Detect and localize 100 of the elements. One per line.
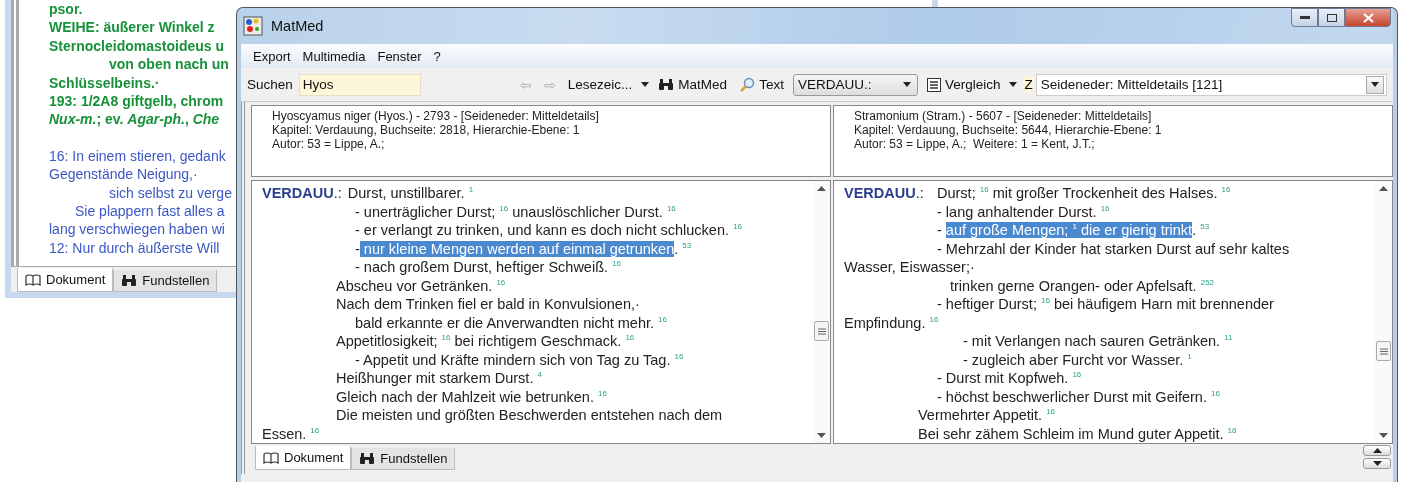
text-line: - er verlangt zu trinken, und kann es doch nicht schlucken. $^{16}$	[354, 221, 743, 240]
window-title: MatMed	[271, 18, 325, 34]
caret-icon	[1371, 82, 1379, 87]
text-line: Nach dem Trinken fiel er bald in Konvulsionen,·	[335, 295, 641, 314]
text-line: Sie plappern fast alles a	[74, 202, 226, 221]
close-icon	[1362, 12, 1374, 23]
text-line: 193: 1/2A8 giftgelb, chrom	[49, 92, 225, 111]
text-line: Sternocleidomastoideus u	[49, 36, 226, 56]
text-line: - Appetit und Kräfte mindern sich von Tag zu Tag. $^{16}$	[354, 350, 685, 369]
book-icon	[25, 273, 41, 286]
caret-icon	[902, 82, 911, 87]
matmed-button[interactable]: MatMed	[655, 75, 731, 94]
binoculars-icon	[359, 452, 376, 465]
grip-icon	[1379, 347, 1388, 355]
app-icon	[243, 16, 263, 36]
line-text: -	[355, 240, 360, 257]
binoculars-icon	[658, 78, 675, 91]
dropdown-caret-icon	[641, 82, 650, 87]
text-line: - nach großem Durst, heftiger Schweiß. $^{16}$	[354, 258, 622, 277]
line-text: . $^{53}$	[674, 240, 692, 257]
binoculars-icon	[121, 274, 138, 287]
section-label: VERDAUU.:	[262, 184, 343, 203]
text-line: 12: Nur durch äußerste Will	[49, 238, 221, 258]
text-line: lang verschwiegen haben wi	[49, 220, 226, 239]
z-label: Z	[1023, 77, 1034, 92]
close-button[interactable]	[1345, 8, 1391, 27]
search-label: Suchen	[247, 77, 293, 92]
text-line: von oben nach un	[108, 55, 230, 74]
text-line: Schlüsselbeins.·	[49, 73, 161, 93]
tab[interactable]: Fundstellen	[113, 270, 218, 292]
info-line: Autor: 53 = Lippe, A.;	[272, 137, 386, 151]
line-text: . $^{53}$	[1192, 222, 1210, 238]
maximize-icon	[1326, 13, 1337, 22]
text-search-button[interactable]: Text	[736, 74, 787, 95]
list-icon	[926, 77, 941, 92]
grip-icon	[817, 327, 826, 335]
text-line: 16: In einem stieren, gedank	[49, 146, 227, 166]
text-line: - mit Verlangen nach sauren Getränken. $^{11}$	[962, 332, 1234, 351]
tab[interactable]: Dokument	[255, 446, 352, 470]
text-line: Essen. $^{16}$	[262, 424, 321, 443]
dropdown-caret-icon	[1009, 82, 1018, 87]
minimize-icon	[1299, 16, 1310, 19]
menu-item[interactable]: ?	[429, 46, 445, 66]
bookmarks-button[interactable]: Lesezeic...	[564, 75, 636, 94]
info-line: Autor: 53 = Lippe, A.; Weitere: 1 = Kent, J.T.;	[854, 137, 1096, 151]
spin-down-button[interactable]	[1363, 458, 1391, 469]
text-line: Wasser, Eiswasser;·	[844, 258, 976, 277]
text-line: Nux-m.; ev. Agar-ph., Che	[49, 110, 221, 129]
text-line: bald erkannte er die Anverwandten nicht mehr. $^{16}$	[354, 313, 668, 332]
text-line: Empfindung. $^{16}$	[844, 313, 940, 332]
text-line: Appetitlosigkeit; $^{16}$ bei richtigem Geschmack. $^{16}$	[335, 332, 636, 351]
tab[interactable]: Fundstellen	[351, 448, 456, 470]
search-field[interactable]: Hyos	[298, 73, 421, 96]
text-line: - Mehrzahl der Kinder hat starken Durst auf sehr kaltes	[936, 239, 1291, 258]
text-line: - höchst beschwerlicher Durst mit Geifern. $^{16}$	[936, 387, 1221, 406]
info-line: Kapitel: Verdauung, Buchseite: 2818, Hierarchie-Ebene: 1	[272, 123, 581, 137]
spin-up-button[interactable]	[1363, 445, 1391, 456]
section-label: VERDAUU.:	[844, 184, 925, 203]
text-line: Gegenstände Neigung,·	[49, 165, 199, 184]
scrollbar[interactable]	[1375, 181, 1392, 443]
chapter-dropdown[interactable]: VERDAUU.:	[792, 73, 918, 96]
tab[interactable]: Dokument	[17, 268, 114, 292]
up-arrow-icon	[1372, 448, 1382, 453]
text-line: WEIHE: äußerer Winkel z	[49, 18, 216, 37]
info-line: Kapitel: Verdauung, Buchseite: 5644, Hierarchie-Ebene: 1	[854, 123, 1163, 137]
menu-item[interactable]: Multimedia	[298, 46, 370, 66]
text-line: Durst; $^{16}$ mit großer Trockenheit des Halses. $^{16}$	[937, 185, 1231, 201]
magnifier-icon	[739, 76, 756, 93]
info-line: Hyoscyamus niger (Hyos.) - 2793 - [Seideneder: Mitteldetails]	[272, 109, 600, 123]
text-line: Gleich nach der Mahlzeit wie betrunken. $^{16}$	[335, 387, 608, 406]
scroll-up-icon	[1379, 186, 1388, 191]
text-line: - heftiger Durst; $^{16}$ bei häufigem Harn mit brennender	[936, 295, 1275, 314]
scroll-up-icon	[817, 186, 826, 191]
text-line: - unerträglicher Durst; $^{16}$ unauslöschlicher Durst. $^{16}$	[354, 202, 677, 221]
text-line: - zugleich aber Furcht vor Wasser. $^{1}$	[962, 350, 1193, 369]
compare-button[interactable]: Vergleich	[923, 75, 1004, 94]
text-line: Durst, unstillbarer. $^{1}$	[347, 185, 474, 201]
scroll-down-icon	[1379, 433, 1388, 438]
down-arrow-icon	[1372, 461, 1382, 466]
text-line: Heißhunger mit starkem Durst. $^{4}$	[335, 369, 543, 388]
menu-item[interactable]: Fenster	[373, 46, 426, 66]
text-line: Die meisten und größten Beschwerden entstehen nach dem	[335, 406, 724, 425]
text-line: Vermehrter Appetit. $^{16}$	[917, 406, 1057, 425]
info-line: Stramonium (Stram.) - 5607 - [Seideneder: Mitteldetails]	[854, 109, 1153, 123]
scrollbar[interactable]	[813, 181, 830, 443]
scroll-thumb[interactable]	[1376, 341, 1391, 361]
scroll-thumb[interactable]	[814, 321, 829, 341]
line-text: -	[937, 222, 943, 238]
text-line: - Durst mit Kopfweh. $^{16}$	[936, 369, 1083, 388]
menu-item[interactable]: Export	[249, 46, 295, 66]
text-line: Abscheu vor Getränken. $^{16}$	[335, 276, 507, 295]
scroll-down-icon	[817, 433, 826, 438]
text-line: - lang anhaltender Durst. $^{16}$	[936, 202, 1111, 221]
maximize-button[interactable]	[1318, 8, 1345, 27]
text-line: Bei sehr zähem Schleim im Mund guter Appetit. $^{16}$	[917, 424, 1238, 443]
text-line: sich selbst zu verge	[108, 183, 232, 203]
minimize-button[interactable]	[1291, 8, 1318, 27]
text-line: psor.	[49, 0, 84, 19]
source-dropdown[interactable]: Seideneder: Mitteldetails [121]	[1035, 73, 1387, 96]
text-line: trinken gerne Orangen- oder Apfelsaft. $^{252}$	[949, 276, 1216, 295]
